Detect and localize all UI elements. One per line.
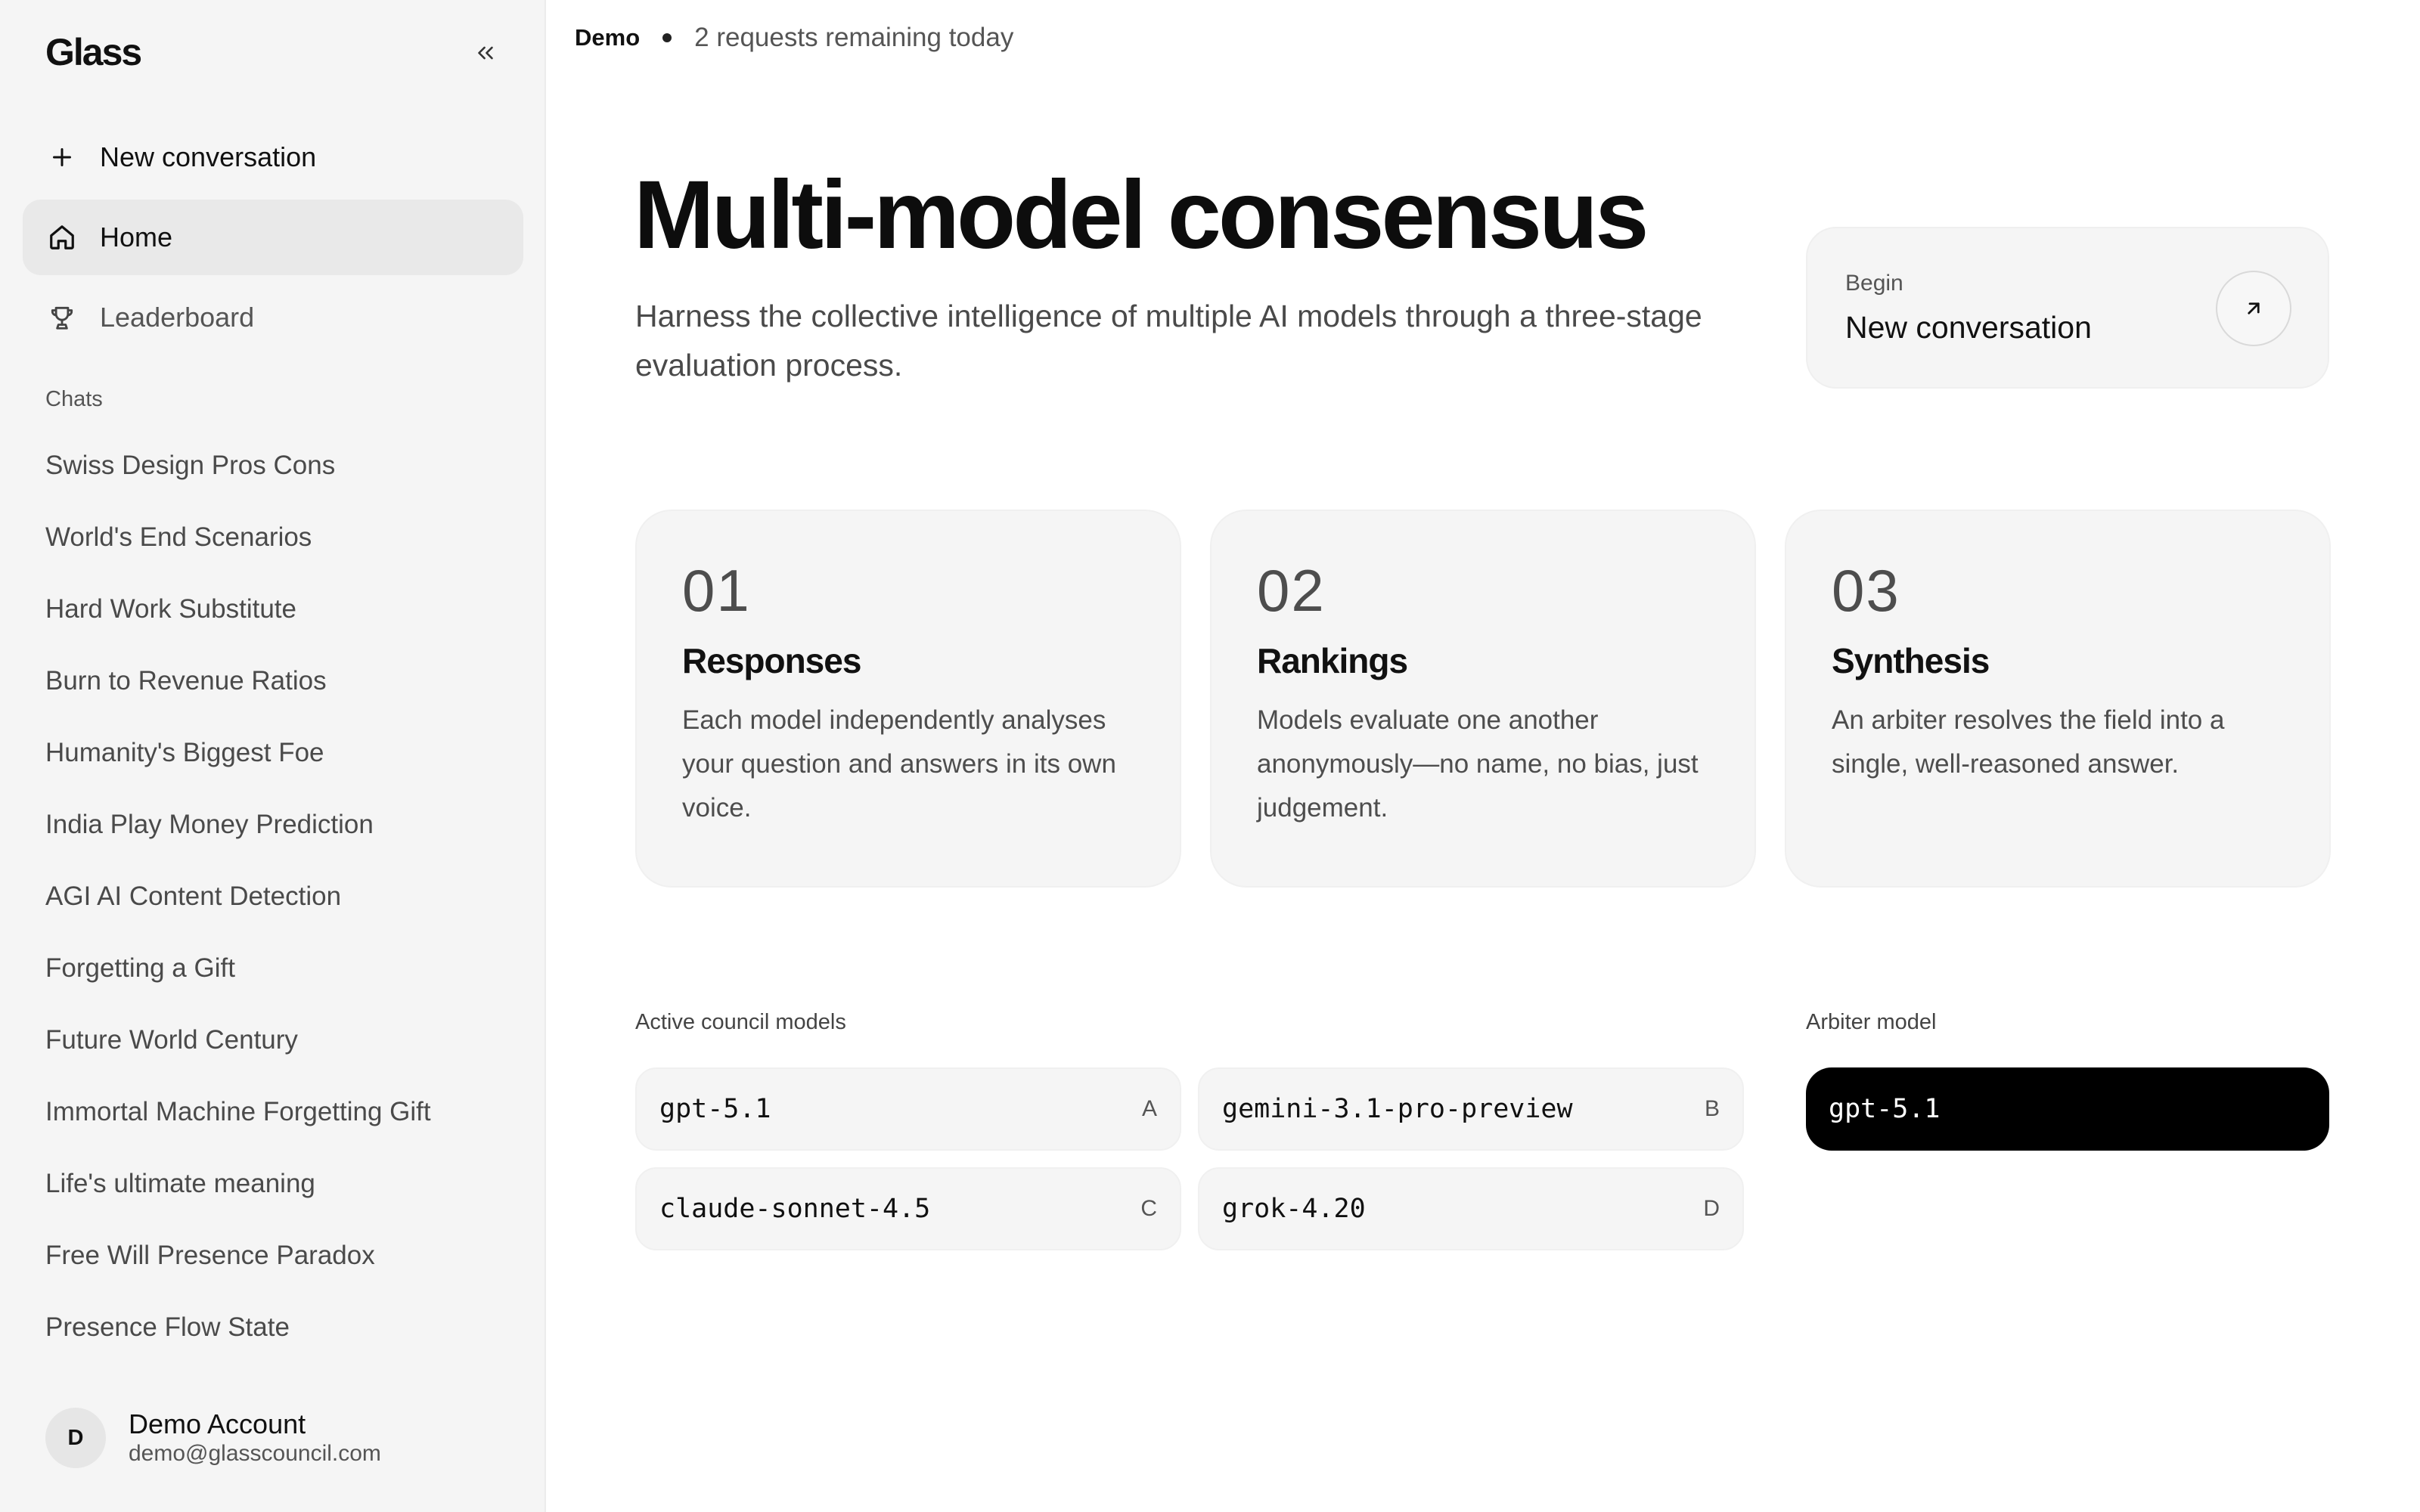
page-subtitle: Harness the collective intelligence of m… [635,299,1702,383]
chat-item[interactable]: Forgetting a Gift [45,946,431,1018]
chat-item[interactable]: AGI AI Content Detection [45,874,431,946]
account-menu[interactable]: D Demo Account demo@glasscouncil.com [45,1408,381,1468]
step-card-responses: 01 Responses Each model independently an… [635,510,1181,888]
new-conversation-label: New conversation [100,141,317,172]
sidebar-item-leaderboard[interactable]: Leaderboard [23,280,523,355]
begin-label: Begin [1845,271,1903,296]
trophy-icon [45,301,79,334]
arbiter-model-name: gpt-5.1 [1829,1094,1941,1124]
chat-item[interactable]: Immortal Machine Forgetting Gift [45,1089,431,1161]
begin-title: New conversation [1845,310,2092,345]
chat-item[interactable]: Future World Century [45,1018,431,1089]
model-name: grok-4.20 [1222,1194,1366,1224]
step-card-rankings: 02 Rankings Models evaluate one another … [1210,510,1756,888]
sidebar-item-label: Home [100,222,173,253]
step-number: 01 [682,557,751,624]
page-title: Multi-model consensus [634,161,1649,269]
sidebar-item-home[interactable]: Home [23,200,523,275]
council-model-chip[interactable]: grok-4.20 D [1198,1167,1744,1250]
separator-dot [662,33,672,42]
account-info: Demo Account demo@glasscouncil.com [129,1408,381,1467]
step-title: Synthesis [1832,641,1990,680]
step-number: 02 [1257,557,1326,624]
app-logo[interactable]: Glass [45,30,142,74]
step-title: Rankings [1257,641,1408,680]
chat-list: Swiss Design Pros Cons World's End Scena… [45,443,431,1377]
model-letter: D [1703,1196,1720,1221]
account-name: Demo Account [129,1408,306,1439]
arrow-up-right-icon [2248,302,2260,314]
council-models-heading: Active council models [635,1010,846,1034]
step-title: Responses [682,641,861,680]
step-card-synthesis: 03 Synthesis An arbiter resolves the fie… [1785,510,2331,888]
plus-icon [45,141,79,174]
step-description: Each model independently analyses your q… [682,705,1116,823]
home-icon [45,221,79,254]
arbiter-model-chip[interactable]: gpt-5.1 [1806,1067,2329,1151]
chat-item[interactable]: Presence Flow State [45,1305,431,1377]
step-description: Models evaluate one another anonymously—… [1257,705,1699,823]
step-number: 03 [1832,557,1900,624]
chat-item[interactable]: India Play Money Prediction [45,802,431,874]
model-letter: A [1141,1096,1157,1121]
chat-item[interactable]: Swiss Design Pros Cons [45,443,431,515]
council-model-chip[interactable]: gemini-3.1-pro-preview B [1198,1067,1744,1151]
sidebar-item-label: Leaderboard [100,302,255,333]
chat-item[interactable]: Hard Work Substitute [45,587,431,658]
model-name: claude-sonnet-4.5 [659,1194,931,1224]
chat-item[interactable]: Burn to Revenue Ratios [45,658,431,730]
avatar: D [45,1408,106,1468]
status-bar: Demo 2 requests remaining today [575,23,1013,53]
account-email: demo@glasscouncil.com [129,1441,381,1466]
model-name: gemini-3.1-pro-preview [1222,1094,1573,1124]
model-letter: C [1140,1196,1157,1221]
model-name: gpt-5.1 [659,1094,771,1124]
council-model-chip[interactable]: gpt-5.1 A [635,1067,1181,1151]
begin-arrow-button[interactable] [2216,271,2291,346]
new-conversation-button[interactable]: New conversation [23,119,523,195]
model-letter: B [1704,1096,1720,1121]
chat-item[interactable]: Free Will Presence Paradox [45,1233,431,1305]
council-model-chip[interactable]: claude-sonnet-4.5 C [635,1167,1181,1250]
collapse-sidebar-button[interactable] [466,33,505,73]
chats-heading: Chats [45,387,103,411]
mode-badge: Demo [575,24,641,51]
begin-new-conversation-card[interactable]: Begin New conversation [1806,227,2329,389]
chevrons-left-icon [478,46,493,60]
sidebar: Glass New conversation Home Leaderboard … [0,0,546,1512]
chat-item[interactable]: World's End Scenarios [45,515,431,587]
chat-item[interactable]: Life's ultimate meaning [45,1161,431,1233]
step-description: An arbiter resolves the field into a sin… [1832,705,2225,779]
requests-remaining: 2 requests remaining today [694,23,1014,52]
chat-item[interactable]: Humanity's Biggest Foe [45,730,431,802]
arbiter-model-heading: Arbiter model [1806,1010,1937,1034]
